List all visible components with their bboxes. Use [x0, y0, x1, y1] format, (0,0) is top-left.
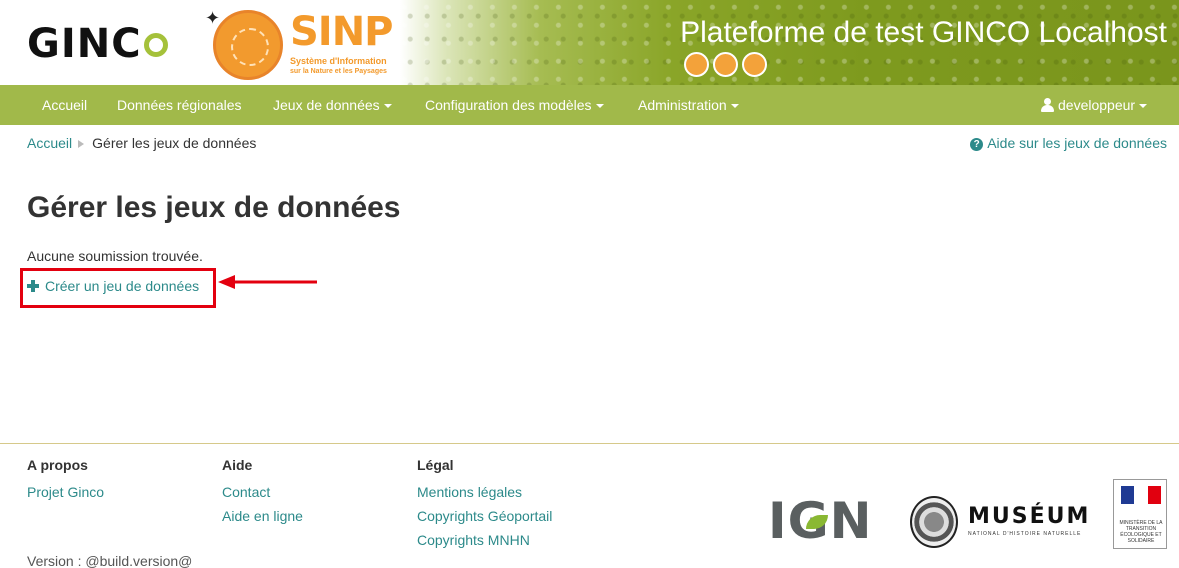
caret-down-icon: [383, 104, 392, 109]
french-flag-icon: [1121, 486, 1161, 504]
caret-down-icon: [1139, 104, 1148, 109]
nav-item-accueil[interactable]: Accueil: [42, 85, 87, 125]
badge-icons: [684, 52, 767, 77]
breadcrumb: Accueil Gérer les jeux de données: [27, 134, 256, 152]
ministry-logo[interactable]: MINISTÈRE DE LA TRANSITION ÉCOLOGIQUE ET…: [1113, 479, 1167, 549]
footer-link-copyrights-geoportail[interactable]: Copyrights Géoportail: [417, 507, 552, 525]
nav-item-donnees-regionales[interactable]: Données régionales: [117, 85, 242, 125]
footer-link-mentions-legales[interactable]: Mentions légales: [417, 483, 522, 501]
annotation-arrow-icon: [218, 275, 317, 289]
empty-message: Aucune soumission trouvée.: [27, 248, 203, 264]
nav-item-label: Configuration des modèles: [425, 97, 592, 113]
footer-link-projet-ginco[interactable]: Projet Ginco: [27, 483, 104, 501]
nav-item-jeux-de-donnees[interactable]: Jeux de données: [273, 85, 392, 125]
question-circle-icon: ?: [970, 138, 984, 151]
sinp-logo-title: SINP: [290, 9, 393, 55]
museum-logo[interactable]: MUSÉUM: [968, 505, 1090, 529]
nav-item-label: Accueil: [42, 97, 88, 113]
help-link-label: Aide sur les jeux de données: [987, 135, 1167, 151]
user-menu[interactable]: developpeur: [1041, 85, 1148, 125]
footer-link-contact[interactable]: Contact: [222, 483, 270, 501]
ministry-logo-text: MINISTÈRE DE LA TRANSITION ÉCOLOGIQUE ET…: [1119, 520, 1163, 544]
badge-icon: [713, 52, 738, 77]
user-name: developpeur: [1058, 97, 1136, 113]
sinp-seal-logo: [213, 10, 283, 80]
version-text: Version : @build.version@: [27, 553, 193, 568]
footer-heading-legal: Légal: [417, 457, 454, 473]
museum-logo-subtitle: NATIONAL D'HISTOIRE NATURELLE: [968, 531, 1082, 537]
footer-link-aide-en-ligne[interactable]: Aide en ligne: [222, 507, 303, 525]
page-title: Gérer les jeux de données: [27, 191, 401, 224]
footer-heading-a-propos: A propos: [27, 457, 88, 473]
annotation-highlight-box: [20, 268, 216, 308]
nav-item-label: Données régionales: [117, 97, 242, 113]
nav-item-label: Administration: [638, 97, 727, 113]
breadcrumb-separator-icon: [78, 139, 85, 148]
breadcrumb-current: Gérer les jeux de données: [92, 135, 257, 151]
museum-seal-icon: [910, 496, 958, 548]
nav-item-label: Jeux de données: [273, 97, 380, 113]
footer-heading-aide: Aide: [222, 457, 253, 473]
breadcrumb-home-link[interactable]: Accueil: [27, 135, 72, 151]
help-link[interactable]: ? Aide sur les jeux de données: [970, 134, 1167, 152]
ginco-logo-text: GINC: [27, 21, 142, 67]
platform-title: Plateforme de test GINCO Localhost: [680, 16, 1167, 49]
footer-divider: [0, 443, 1179, 444]
caret-down-icon: [730, 104, 739, 109]
sinp-logo-subtitle-2: sur la Nature et les Paysages: [290, 68, 387, 75]
ginco-logo-o-icon: [143, 33, 168, 57]
site-header: GINC ✦ SINP Système d'Information sur la…: [0, 0, 1179, 85]
badge-icon: [742, 52, 767, 77]
main-navbar: Accueil Données régionales Jeux de donné…: [0, 85, 1179, 125]
nav-item-administration[interactable]: Administration: [638, 85, 739, 125]
caret-down-icon: [595, 104, 604, 109]
footer-link-copyrights-mnhn[interactable]: Copyrights MNHN: [417, 531, 530, 549]
badge-icon: [684, 52, 709, 77]
ginco-logo[interactable]: GINC: [27, 22, 168, 66]
sinp-logo-subtitle: Système d'Information: [290, 56, 387, 66]
nav-item-configuration-modeles[interactable]: Configuration des modèles: [425, 85, 604, 125]
user-icon: [1041, 98, 1054, 112]
